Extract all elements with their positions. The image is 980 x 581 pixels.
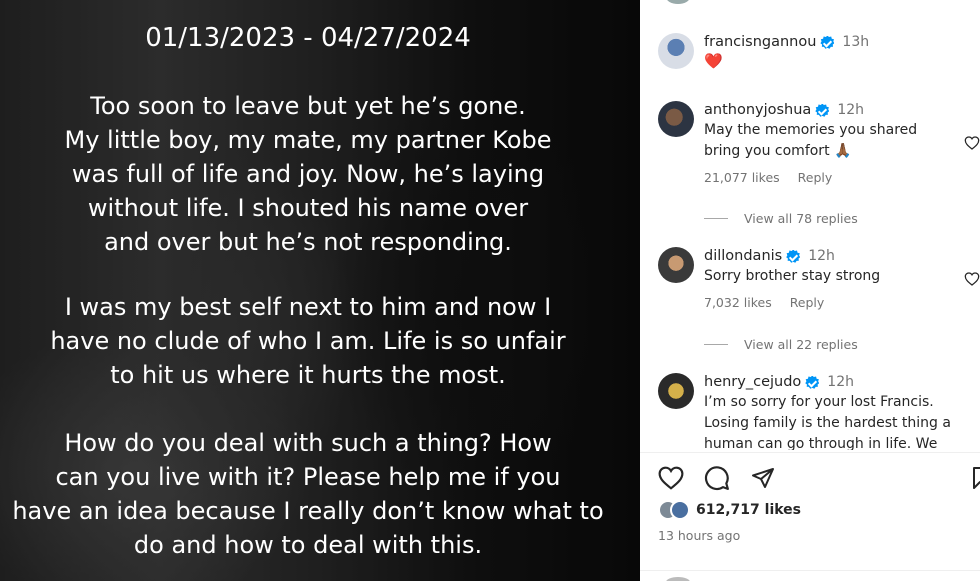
view-replies-label[interactable]: View all 78 replies [744, 211, 858, 226]
comment-username[interactable]: henry_cejudo [704, 373, 801, 392]
comment-text: ❤️ [704, 52, 723, 70]
view-replies-button[interactable]: View all 78 replies [704, 211, 858, 226]
comment-bubble-icon[interactable] [704, 465, 730, 491]
bottom-divider [640, 570, 980, 571]
comment-text: Sorry brother stay strong [704, 268, 881, 284]
bookmark-icon[interactable] [972, 466, 980, 490]
comments-panel: francisngannou 13h ❤️ anthonyjoshua 12h … [640, 0, 980, 581]
comment-likes-count[interactable]: 7,032 likes [704, 295, 772, 310]
comment-like-heart-icon[interactable] [964, 272, 980, 286]
heart-outline-icon[interactable] [658, 466, 684, 490]
posted-time[interactable]: 13 hours ago [658, 528, 740, 543]
comments-list[interactable]: francisngannou 13h ❤️ anthonyjoshua 12h … [640, 0, 980, 450]
comment-text: I’m so sorry for your lost Francis. Losi… [704, 394, 951, 450]
paper-plane-icon[interactable] [750, 466, 776, 490]
reply-button[interactable]: Reply [798, 170, 833, 185]
next-avatar-fragment [666, 577, 690, 581]
post-paragraph-1: Too soon to leave but yet he’s gone. My … [64, 92, 552, 256]
post-paragraph-2: I was my best self next to him and now I… [50, 293, 566, 389]
likes-row[interactable]: 612,717 likes [658, 500, 801, 520]
replies-divider-line [704, 218, 728, 219]
comment-time[interactable]: 12h [827, 373, 854, 392]
avatar[interactable] [658, 33, 694, 69]
replies-divider-line [704, 344, 728, 345]
view-replies-button[interactable]: View all 22 replies [704, 337, 858, 352]
comment-likes-count[interactable]: 21,077 likes [704, 170, 780, 185]
verified-badge-icon [820, 35, 835, 49]
post-paragraph-3: How do you deal with such a thing? How c… [12, 429, 604, 559]
avatar[interactable] [658, 373, 694, 409]
verified-badge-icon [786, 249, 801, 263]
verified-badge-icon [805, 375, 820, 389]
comment-time[interactable]: 13h [842, 33, 869, 52]
liker-avatar [670, 500, 690, 520]
avatar[interactable] [658, 101, 694, 137]
comment-username[interactable]: anthonyjoshua [704, 101, 811, 120]
post-image: 01/13/2023 - 04/27/2024 Too soon to leav… [0, 0, 640, 581]
comment-username[interactable]: dillondanis [704, 247, 782, 266]
view-replies-label[interactable]: View all 22 replies [744, 337, 858, 352]
comment-username[interactable]: francisngannou [704, 33, 816, 52]
post-date-range: 01/13/2023 - 04/27/2024 [145, 23, 471, 53]
comment-time[interactable]: 12h [837, 101, 864, 120]
comment-time[interactable]: 12h [808, 247, 835, 266]
avatar[interactable] [658, 247, 694, 283]
likes-count[interactable]: 612,717 likes [696, 502, 801, 518]
actions-divider [640, 452, 980, 453]
comment-like-heart-icon[interactable] [964, 136, 980, 150]
reply-button[interactable]: Reply [790, 295, 825, 310]
verified-badge-icon [815, 103, 830, 117]
post-action-bar [658, 464, 796, 492]
comment-text: May the memories you shared bring you co… [704, 122, 918, 159]
